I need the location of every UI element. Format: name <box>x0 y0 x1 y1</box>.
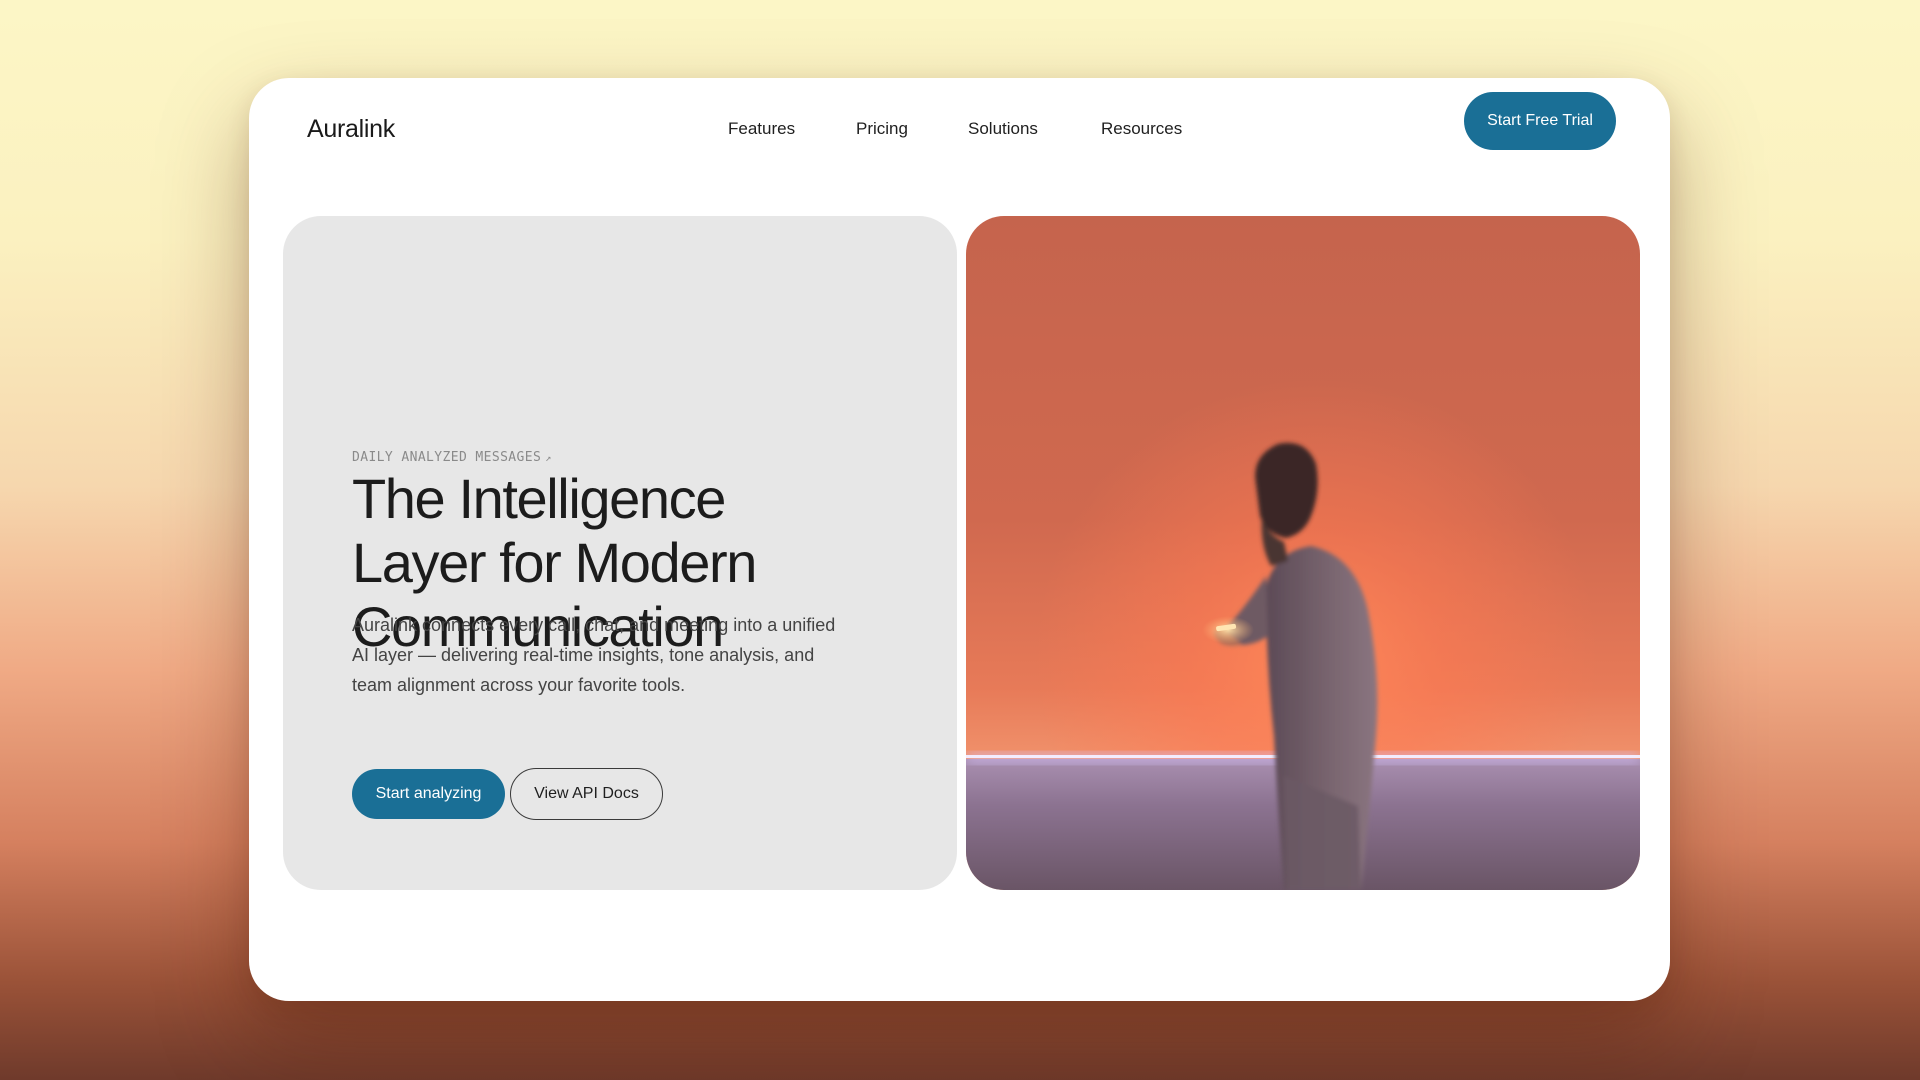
nav-item-features[interactable]: Features <box>728 106 795 152</box>
arrow-up-right-icon: ↗ <box>545 453 552 464</box>
person-with-phone-illustration <box>966 216 1640 890</box>
view-api-docs-button[interactable]: View API Docs <box>510 768 663 820</box>
hero-image <box>966 216 1640 890</box>
start-free-trial-button[interactable]: Start Free Trial <box>1464 92 1616 150</box>
nav-item-pricing[interactable]: Pricing <box>856 106 908 152</box>
hero-eyebrow-label: DAILY ANALYZED MESSAGES <box>352 450 542 465</box>
hero-headline-line: The Intelligence <box>352 467 726 530</box>
hero-headline-line: Layer for Modern <box>352 531 757 594</box>
nav-item-solutions[interactable]: Solutions <box>968 106 1038 152</box>
start-analyzing-button[interactable]: Start analyzing <box>352 769 505 819</box>
hero-eyebrow[interactable]: DAILY ANALYZED MESSAGES ↗ <box>352 450 552 465</box>
hero-description-line: team alignment across your favorite tool… <box>352 675 686 695</box>
nav-item-resources[interactable]: Resources <box>1101 106 1182 152</box>
page-window: Auralink Features Pricing Solutions Reso… <box>249 78 1670 1001</box>
hero-description: Auralink connects every call, chat, and … <box>352 610 912 700</box>
hero-description-line: AI layer — delivering real-time insights… <box>352 645 815 665</box>
hero-description-line: Auralink connects every call, chat, and … <box>352 615 836 635</box>
hero-text-card: DAILY ANALYZED MESSAGES ↗ The Intelligenc… <box>283 216 957 890</box>
main-nav: Features Pricing Solutions Resources <box>249 106 1670 152</box>
